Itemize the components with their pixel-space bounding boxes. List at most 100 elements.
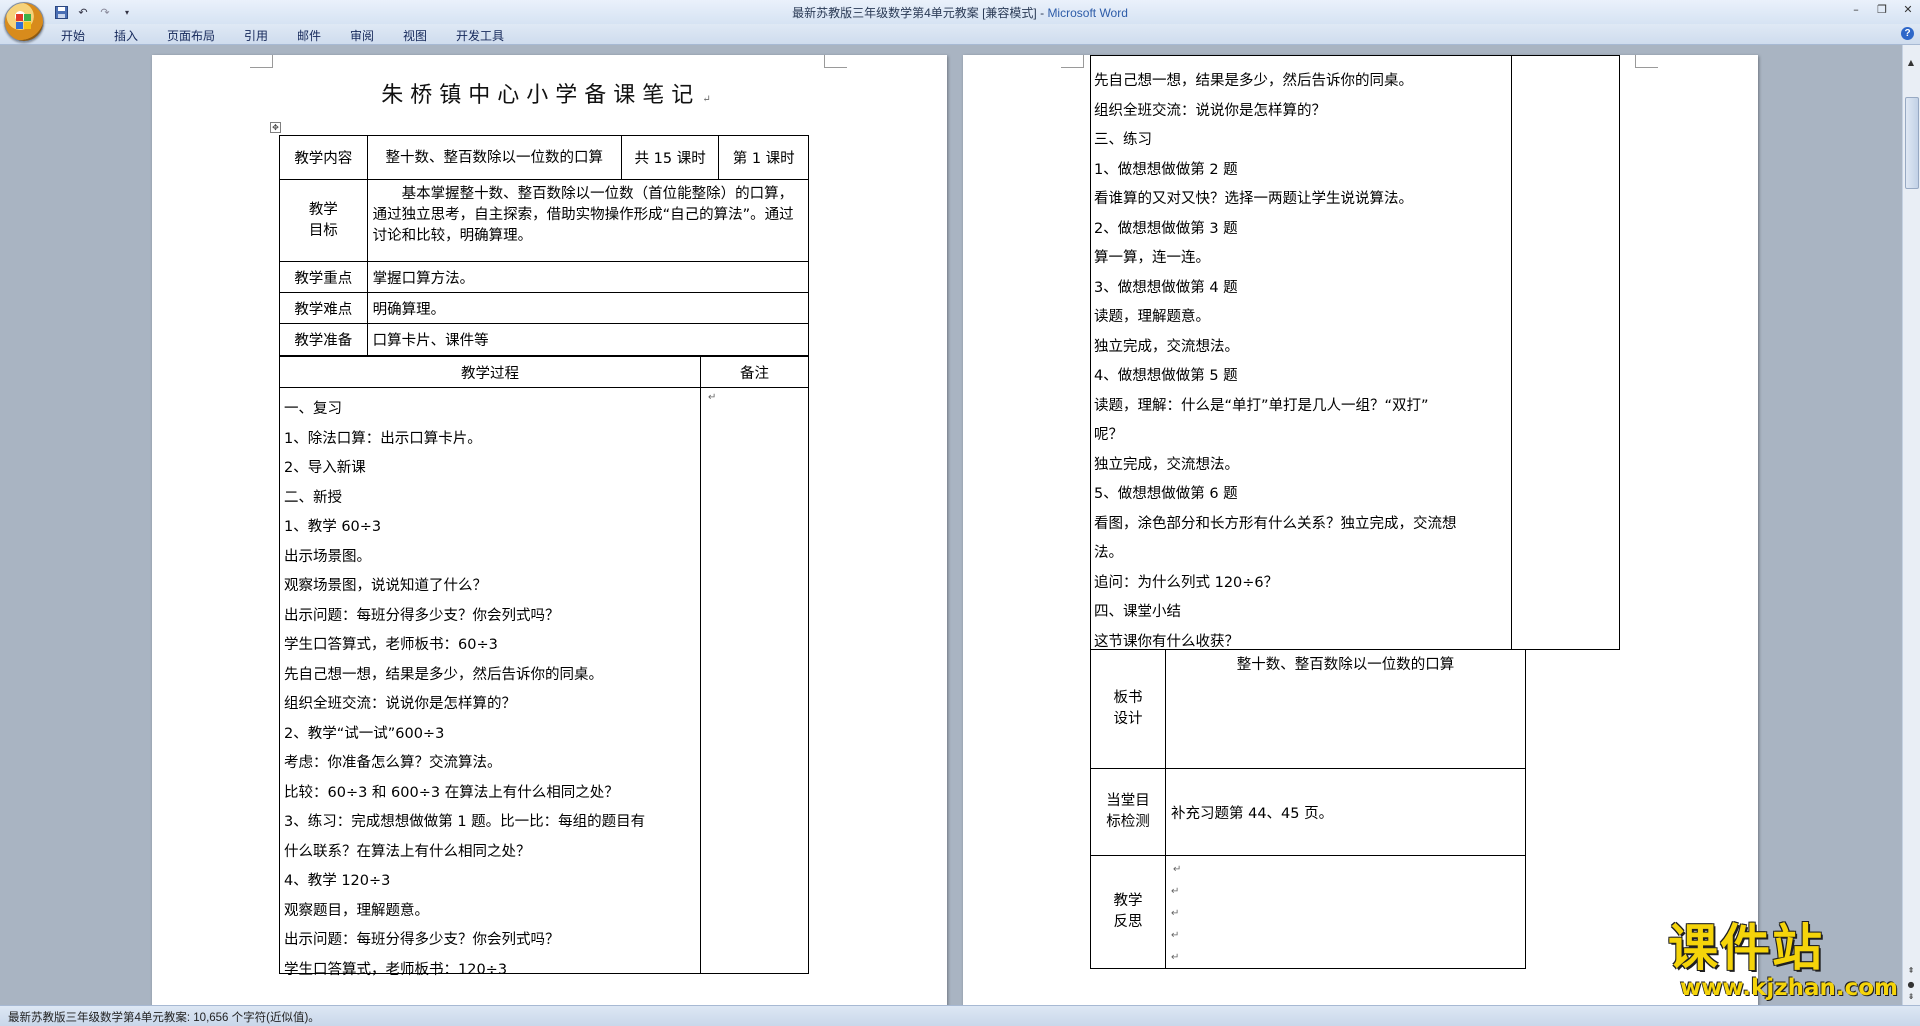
process-body-continued: 先自己想一想，结果是多少，然后告诉你的同桌。 组织全班交流：说说你是怎样算的？ … — [1094, 67, 1457, 657]
lesson-plan-table: 教学内容 整十数、整百数除以一位数的口算 共 15 课时 第 1 课时 教学 目… — [279, 135, 810, 356]
minimize-icon[interactable]: – — [1848, 2, 1864, 18]
process-body: 一、复习 1、除法口算：出示口算卡片。 2、导入新课 二、新授 1、教学 60÷… — [284, 395, 714, 985]
goal-label-line1: 教学 — [308, 201, 338, 218]
check-value: 补充习题第 44、45 页。 — [1165, 768, 1526, 856]
office-button-icon[interactable] — [4, 2, 44, 42]
page-title-text: 朱桥镇中心小学备课笔记 — [381, 83, 701, 108]
process-line: 2、做想想做做第 3 题 — [1094, 220, 1238, 237]
process-line: 出示问题：每班分得多少支？你会列式吗？ — [284, 932, 560, 948]
board-label-line2: 设计 — [1113, 711, 1143, 727]
tab-insert[interactable]: 插入 — [114, 27, 138, 44]
watermark-main: 课件站 — [1668, 919, 1824, 977]
page-title: 朱桥镇中心小学备课笔记 ↵ — [381, 83, 718, 108]
process-line: 组织全班交流：说说你是怎样算的？ — [284, 696, 516, 712]
process-line: 四、课堂小结 — [1094, 604, 1181, 620]
reflection-label-line1: 教学 — [1113, 893, 1143, 909]
process-line: 什么联系？在算法上有什么相同之处？ — [284, 843, 531, 860]
check-label-line2: 标检测 — [1106, 814, 1150, 830]
check-label-line1: 当堂目 — [1106, 793, 1150, 809]
notes-header: 备注 — [700, 356, 809, 388]
watermark-logo: 课件站 www.kjzhan.com — [1668, 920, 1900, 1000]
process-line: 二、新授 — [284, 489, 342, 506]
notes-cell — [1511, 55, 1620, 650]
process-line: 三、练习 — [1094, 132, 1152, 148]
scroll-up-icon[interactable]: ▲ — [1905, 57, 1917, 69]
tab-home[interactable]: 开始 — [61, 27, 85, 44]
help-icon[interactable]: ? — [1901, 27, 1914, 40]
close-icon[interactable]: ✕ — [1900, 2, 1916, 18]
tab-developer[interactable]: 开发工具 — [456, 27, 504, 44]
crop-mark — [1061, 55, 1084, 68]
process-line: 呢？ — [1094, 427, 1123, 443]
crop-mark — [824, 55, 847, 68]
reflection-label-line2: 反思 — [1113, 914, 1143, 930]
window-controls: – ❐ ✕ — [1848, 2, 1916, 18]
process-line: 先自己想一想，结果是多少，然后告诉你的同桌。 — [284, 666, 603, 683]
lesson-number: 第 1 课时 — [718, 135, 809, 180]
goal-label-line2: 目标 — [308, 222, 338, 239]
tab-view[interactable]: 视图 — [403, 27, 427, 44]
reflection-value: ↵ ↵ ↵ ↵ ↵ — [1165, 855, 1526, 969]
total-hours: 共 15 课时 — [620, 135, 720, 180]
process-line: 学生口答算式，老师板书：120÷3 — [284, 961, 508, 978]
ribbon-tabs: 开始 插入 页面布局 引用 邮件 审阅 视图 开发工具 ? — [0, 24, 1920, 45]
process-line: 先自己想一想，结果是多少，然后告诉你的同桌。 — [1094, 73, 1413, 89]
process-line: 1、除法口算：出示口算卡片。 — [284, 430, 482, 447]
process-line: 4、做想想做做第 5 题 — [1094, 368, 1238, 384]
prep-value: 口算卡片、课件等 — [366, 323, 810, 356]
process-line: 4、教学 120÷3 — [284, 873, 391, 889]
process-header: 教学过程 — [279, 356, 701, 388]
tab-mailings[interactable]: 邮件 — [297, 27, 321, 44]
prep-label: 教学准备 — [279, 323, 368, 356]
vertical-scrollbar[interactable]: ▲ ⇞ ● ⇟ — [1902, 45, 1920, 1005]
tab-page-layout[interactable]: 页面布局 — [167, 27, 215, 44]
goal-text: 基本掌握整十数、整百数除以一位数（首位能整除）的口算，通过独立思考，自主探索，借… — [366, 179, 810, 262]
process-line: 出示场景图。 — [284, 548, 371, 565]
watermark-url: www.kjzhan.com — [1680, 975, 1898, 1001]
summary-table: 板书 设计 整十数、整百数除以一位数的口算 当堂目 标检测 补充习题第 44、4… — [1090, 649, 1526, 969]
process-line: 看图，涂色部分和长方形有什么关系？独立完成，交流想 — [1094, 515, 1457, 532]
process-line: 读题，理解题意。 — [1094, 309, 1210, 325]
select-browse-object-icon[interactable]: ● — [1905, 979, 1917, 991]
process-line: 2、导入新课 — [284, 460, 366, 476]
process-line: 独立完成，交流想法。 — [1094, 338, 1239, 355]
process-line: 3、做想想做做第 4 题 — [1094, 279, 1238, 296]
scroll-thumb[interactable] — [1905, 97, 1919, 189]
document-area: 朱桥镇中心小学备课笔记 ↵ ✥ 教学内容 整十数、整百数除以一位数的口算 共 15… — [0, 45, 1903, 1005]
restore-icon[interactable]: ❐ — [1874, 2, 1890, 18]
process-line: 追问：为什么列式 120÷6？ — [1094, 574, 1279, 591]
process-line: 观察场景图，说说知道了什么？ — [284, 578, 487, 594]
process-line: 5、做想想做做第 6 题 — [1094, 486, 1238, 502]
process-line: 一、复习 — [284, 401, 342, 417]
process-line: 1、教学 60÷3 — [284, 519, 382, 535]
table-move-handle-icon[interactable]: ✥ — [270, 122, 281, 133]
board-design: 整十数、整百数除以一位数的口算 — [1165, 649, 1526, 769]
page-left: 朱桥镇中心小学备课笔记 ↵ ✥ 教学内容 整十数、整百数除以一位数的口算 共 15… — [152, 55, 947, 1005]
difficulty-label: 教学难点 — [279, 292, 368, 324]
check-label: 当堂目 标检测 — [1090, 768, 1166, 856]
process-line: 组织全班交流：说说你是怎样算的？ — [1094, 102, 1326, 119]
goal-label: 教学 目标 — [279, 179, 368, 262]
board-label: 板书 设计 — [1090, 649, 1166, 769]
process-line: 法。 — [1094, 545, 1123, 561]
process-line: 算一算，连一连。 — [1094, 250, 1210, 266]
board-label-line1: 板书 — [1113, 690, 1143, 706]
document-title: 最新苏教版三年级数学第4单元教案 [兼容模式] - — [792, 6, 1048, 20]
next-page-icon[interactable]: ⇟ — [1905, 991, 1917, 1003]
process-line: 1、做想想做做第 2 题 — [1094, 161, 1238, 178]
process-line: 2、教学“试一试”600÷3 — [284, 725, 445, 742]
notes-cell: ↵ — [700, 387, 809, 974]
previous-page-icon[interactable]: ⇞ — [1905, 965, 1917, 977]
tab-references[interactable]: 引用 — [244, 27, 268, 44]
content-value: 整十数、整百数除以一位数的口算 — [366, 135, 622, 180]
status-bar: 最新苏教版三年级数学第4单元教案: 10,656 个字符(近似值)。 — [0, 1005, 1920, 1026]
tab-review[interactable]: 审阅 — [350, 27, 374, 44]
process-line: 考虑：你准备怎么算？交流算法。 — [284, 755, 502, 771]
page-right: 先自己想一想，结果是多少，然后告诉你的同桌。 组织全班交流：说说你是怎样算的？ … — [963, 55, 1758, 1005]
app-name: Microsoft Word — [1047, 6, 1128, 20]
reflection-label: 教学 反思 — [1090, 855, 1166, 969]
process-line: 3、练习：完成想想做做第 1 题。比一比：每组的题目有 — [284, 814, 646, 830]
title-bar: ↶ ↷ ▾ 最新苏教版三年级数学第4单元教案 [兼容模式] - Microsof… — [0, 0, 1920, 42]
process-line: 观察题目，理解题意。 — [284, 902, 429, 919]
crop-mark — [1635, 55, 1658, 68]
